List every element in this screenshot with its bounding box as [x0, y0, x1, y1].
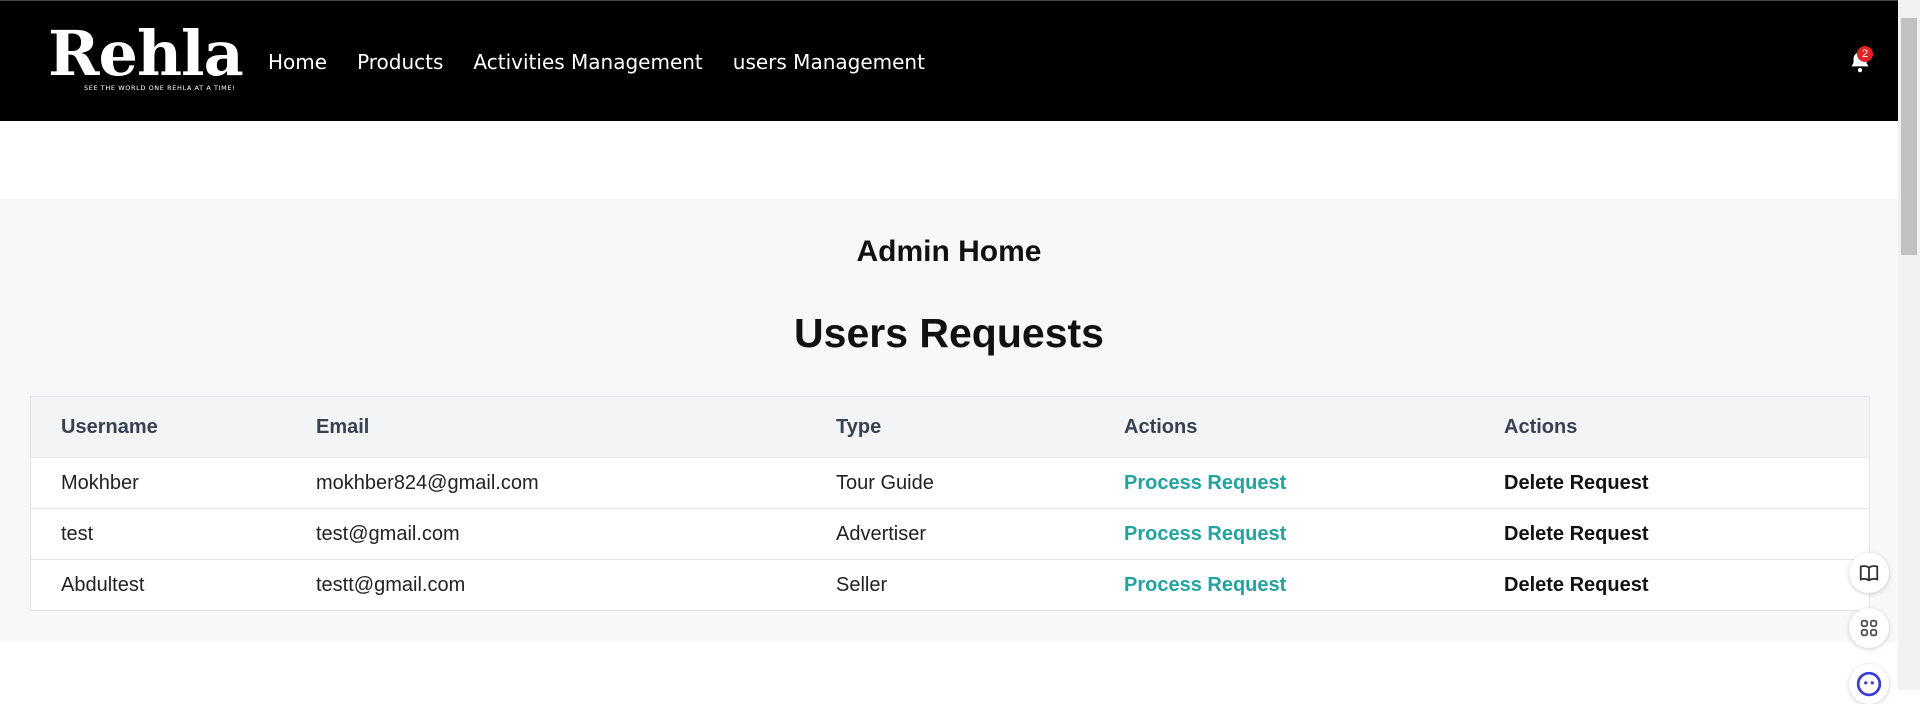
scrollbar-thumb[interactable] [1901, 18, 1917, 255]
cell-username: Mokhber [61, 471, 139, 494]
cell-email: testt@gmail.com [316, 573, 466, 596]
delete-request-link[interactable]: Delete Request [1504, 574, 1649, 596]
cell-email: test@gmail.com [316, 522, 460, 545]
cell-email: mokhber824@gmail.com [316, 471, 539, 494]
nav-products[interactable]: Products [357, 50, 443, 74]
process-request-link[interactable]: Process Request [1124, 472, 1286, 494]
header-actions: Actions [1124, 415, 1198, 438]
header-username: Username [61, 415, 158, 438]
table-row: Mokhber mokhber824@gmail.com Tour Guide … [30, 458, 1870, 509]
brand-logo[interactable]: Rehla SEE THE WORLD ONE REHLA AT A TIME! [48, 19, 244, 95]
header-type: Type [836, 415, 882, 438]
header-actions-2: Actions [1504, 415, 1578, 438]
page-title: Admin Home [856, 235, 1042, 268]
section-title: Users Requests [794, 310, 1104, 356]
cell-username: test [61, 522, 94, 545]
table-row: test test@gmail.com Advertiser Process R… [30, 509, 1870, 560]
notification-badge: 2 [1857, 46, 1873, 62]
brand-name: Rehla [48, 17, 244, 90]
table-row: Abdultest testt@gmail.com Seller Process… [31, 560, 1870, 611]
top-navbar: Rehla SEE THE WORLD ONE REHLA AT A TIME!… [0, 0, 1898, 121]
assistant-icon[interactable] [1849, 664, 1889, 704]
delete-request-link[interactable]: Delete Request [1504, 523, 1649, 545]
process-request-link[interactable]: Process Request [1124, 574, 1286, 596]
nav-activities-management[interactable]: Activities Management [473, 50, 702, 74]
cell-type: Tour Guide [836, 471, 934, 494]
users-requests-table: Username Email Type Actions Actions Mokh… [30, 396, 1870, 611]
delete-request-link[interactable]: Delete Request [1504, 472, 1649, 494]
main-nav: Home Products Activities Management user… [268, 1, 955, 122]
command-icon[interactable] [1849, 608, 1889, 648]
process-request-link[interactable]: Process Request [1124, 523, 1286, 545]
table-header-row: Username Email Type Actions Actions [30, 396, 1870, 458]
cell-type: Seller [836, 573, 888, 596]
cell-type: Advertiser [836, 522, 927, 545]
main-content: Admin Home Users Requests Username Email… [0, 199, 1898, 642]
nav-users-management[interactable]: users Management [733, 50, 925, 74]
book-icon[interactable] [1849, 553, 1889, 593]
header-email: Email [316, 415, 370, 438]
brand-tagline: SEE THE WORLD ONE REHLA AT A TIME! [84, 84, 236, 92]
cell-username: Abdultest [61, 573, 145, 596]
nav-home[interactable]: Home [268, 50, 327, 74]
